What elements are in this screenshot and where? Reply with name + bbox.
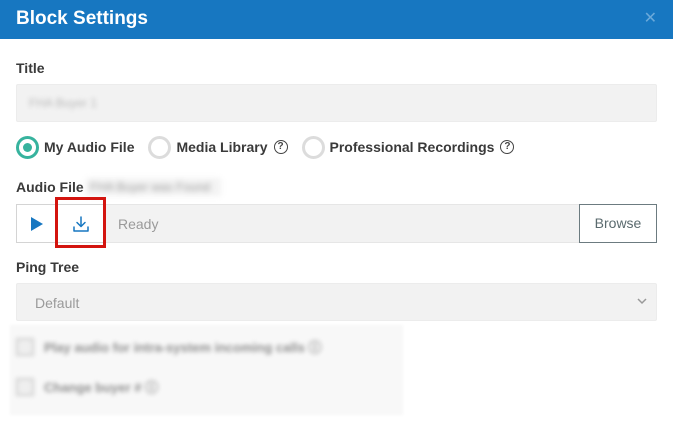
option-change-buyer[interactable]: Change buyer # ⓘ <box>16 377 158 396</box>
help-icon[interactable]: ? <box>273 140 288 154</box>
play-button[interactable] <box>16 204 57 243</box>
radio-label-media-library: Media Library <box>176 139 268 155</box>
audio-file-name: FHA Buyer was Found <box>86 178 221 196</box>
audio-status-field: Ready <box>104 204 579 243</box>
radio-label-professional-recordings: Professional Recordings <box>329 139 495 155</box>
title-value: FHA Buyer 1 <box>29 96 98 110</box>
radio-label-my-audio-file: My Audio File <box>44 139 135 155</box>
close-icon[interactable]: ✕ <box>644 8 657 28</box>
option-play-audio-intra-system[interactable]: Play audio for intra-system incoming cal… <box>16 337 321 356</box>
option-label: Change buyer # ⓘ <box>44 380 159 395</box>
play-icon <box>31 217 43 231</box>
radio-media-library[interactable]: Media Library ? <box>148 135 288 159</box>
ping-tree-select[interactable]: Default <box>16 283 657 321</box>
option-label: Play audio for intra-system incoming cal… <box>44 340 322 355</box>
audio-file-label: Audio File <box>16 179 84 195</box>
radio-unchecked-icon <box>301 135 325 159</box>
radio-unchecked-icon <box>148 135 172 159</box>
checkbox[interactable] <box>16 377 34 396</box>
chevron-down-icon <box>637 298 647 305</box>
ping-tree-value: Default <box>35 295 80 311</box>
radio-checked-icon <box>16 135 39 159</box>
title-label: Title <box>16 60 45 76</box>
radio-my-audio-file[interactable]: My Audio File <box>16 135 135 159</box>
help-icon[interactable]: ? <box>500 140 515 154</box>
audio-status-text: Ready <box>118 216 159 232</box>
dialog-title: Block Settings <box>16 8 148 29</box>
title-input[interactable]: FHA Buyer 1 <box>16 84 657 122</box>
download-button-highlight <box>55 197 106 248</box>
dialog-header: Block Settings ✕ <box>0 0 673 39</box>
radio-professional-recordings[interactable]: Professional Recordings ? <box>301 135 515 159</box>
audio-source-radio-group: My Audio File Media Library ? Profession… <box>16 135 528 159</box>
ping-tree-label: Ping Tree <box>16 259 80 275</box>
browse-button[interactable]: Browse <box>579 204 657 243</box>
checkbox[interactable] <box>16 337 34 356</box>
audio-player: Ready Browse <box>16 204 657 243</box>
